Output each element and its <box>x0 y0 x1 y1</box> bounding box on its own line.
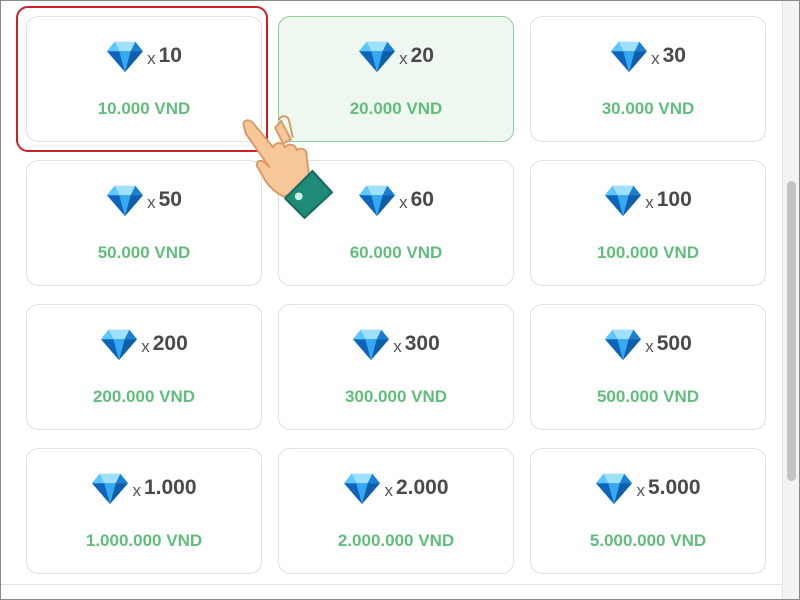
package-card-100[interactable]: x 100 100.000 VND <box>530 160 766 286</box>
multiplier-sign: x <box>147 193 156 212</box>
multiplier-sign: x <box>393 337 402 356</box>
multiplier-sign: x <box>141 337 150 356</box>
diamond-icon <box>353 329 390 361</box>
package-card-500[interactable]: x 500 500.000 VND <box>530 304 766 430</box>
package-card-1000[interactable]: x 1.000 1.000.000 VND <box>26 448 262 574</box>
package-card-200[interactable]: x 200 200.000 VND <box>26 304 262 430</box>
scrollbar-thumb[interactable] <box>787 181 796 481</box>
diamond-icon <box>92 473 129 505</box>
package-card-50[interactable]: x 50 50.000 VND <box>26 160 262 286</box>
diamond-icon <box>359 185 396 217</box>
diamond-quantity: 60 <box>410 188 434 211</box>
diamond-icon <box>605 185 642 217</box>
multiplier-sign: x <box>645 337 654 356</box>
package-quantity-row: x 300 <box>279 325 513 363</box>
diamond-icon <box>344 473 381 505</box>
package-card-5000[interactable]: x 5.000 5.000.000 VND <box>530 448 766 574</box>
package-price: 5.000.000 VND <box>589 531 707 550</box>
vertical-scrollbar[interactable] <box>782 1 800 599</box>
pointing-hand-icon <box>242 115 334 219</box>
package-quantity-row: x 200 <box>27 325 261 363</box>
multiplier-sign: x <box>645 193 654 212</box>
package-quantity-row: x 50 <box>27 181 261 219</box>
package-price: 30.000 VND <box>601 99 695 118</box>
package-price: 60.000 VND <box>349 243 443 262</box>
package-quantity-row: x 100 <box>531 181 765 219</box>
diamond-quantity: 1.000 <box>143 476 197 499</box>
package-quantity-row: x 1.000 <box>27 469 261 507</box>
diamond-quantity: 300 <box>404 332 440 355</box>
package-price: 1.000.000 VND <box>85 531 203 550</box>
package-price: 100.000 VND <box>596 243 700 262</box>
package-price: 50.000 VND <box>97 243 191 262</box>
multiplier-sign: x <box>399 49 408 68</box>
diamond-icon <box>596 473 633 505</box>
package-quantity-row: x 30 <box>531 37 765 75</box>
diamond-icon <box>605 329 642 361</box>
diamond-quantity: 100 <box>656 188 692 211</box>
diamond-icon <box>359 41 396 73</box>
selection-highlight <box>16 6 268 152</box>
diamond-icon <box>611 41 648 73</box>
diamond-quantity: 5.000 <box>647 476 701 499</box>
package-quantity-row: x 5.000 <box>531 469 765 507</box>
multiplier-sign: x <box>132 481 141 500</box>
package-quantity-row: x 500 <box>531 325 765 363</box>
diamond-quantity: 2.000 <box>395 476 449 499</box>
package-price: 2.000.000 VND <box>337 531 455 550</box>
diamond-quantity: 20 <box>410 44 434 67</box>
package-price: 300.000 VND <box>344 387 448 406</box>
bottom-divider <box>0 584 782 585</box>
diamond-quantity: 500 <box>656 332 692 355</box>
diamond-quantity: 30 <box>662 44 686 67</box>
diamond-quantity: 200 <box>152 332 188 355</box>
package-card-300[interactable]: x 300 300.000 VND <box>278 304 514 430</box>
multiplier-sign: x <box>399 193 408 212</box>
package-card-30[interactable]: x 30 30.000 VND <box>530 16 766 142</box>
package-card-2000[interactable]: x 2.000 2.000.000 VND <box>278 448 514 574</box>
package-price: 500.000 VND <box>596 387 700 406</box>
multiplier-sign: x <box>651 49 660 68</box>
diamond-quantity: 50 <box>158 188 182 211</box>
multiplier-sign: x <box>384 481 393 500</box>
package-price: 200.000 VND <box>92 387 196 406</box>
diamond-icon <box>107 185 144 217</box>
package-quantity-row: x 2.000 <box>279 469 513 507</box>
multiplier-sign: x <box>636 481 645 500</box>
diamond-icon <box>101 329 138 361</box>
package-quantity-row: x 20 <box>279 37 513 75</box>
